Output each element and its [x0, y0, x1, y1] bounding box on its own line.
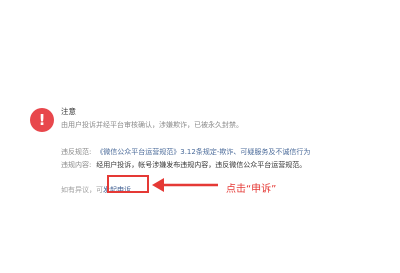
appeal-highlight-box: [107, 175, 149, 193]
notice-title: 注意: [61, 107, 76, 116]
violation-content-row: 违规内容: 经用户投诉，帐号涉嫌发布违规内容，违反微信公众平台运营规范。: [61, 160, 306, 170]
violation-rule-row: 违反规范: 《微信公众平台运营规范》3.12条规定-欺诈、可疑服务及不诚信行为: [61, 147, 310, 157]
annotation-text: 点击“申诉”: [226, 184, 277, 195]
rule-link[interactable]: 《微信公众平台运营规范》3.12条规定-欺诈、可疑服务及不诚信行为: [96, 148, 310, 156]
appeal-prefix: 如有异议，可: [61, 186, 103, 194]
content-text: 经用户投诉，帐号涉嫌发布违规内容，违反微信公众平台运营规范。: [96, 161, 307, 169]
arrow-left-icon: [152, 178, 218, 192]
page: ! 注意 由用户投诉并经平台审核确认，涉嫌欺诈，已被永久封禁。 违反规范: 《微…: [0, 0, 400, 273]
content-label: 违规内容:: [61, 161, 92, 169]
rule-label: 违反规范:: [61, 148, 92, 156]
warning-icon: !: [30, 108, 54, 132]
notice-description: 由用户投诉并经平台审核确认，涉嫌欺诈，已被永久封禁。: [61, 121, 243, 129]
